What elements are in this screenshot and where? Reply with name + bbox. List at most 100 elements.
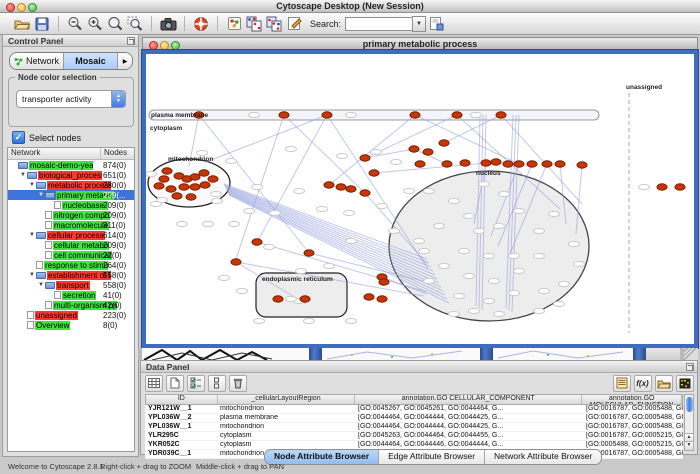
graph-node[interactable] xyxy=(360,155,370,161)
node-linkout-icon[interactable] xyxy=(225,15,243,32)
graph-node[interactable] xyxy=(186,194,196,200)
graph-node[interactable] xyxy=(460,160,470,166)
float-data-panel-icon[interactable] xyxy=(686,363,694,371)
tree-row[interactable]: response to stimulu264(0) xyxy=(8,260,134,270)
tree-row[interactable]: ▼transport558(0) xyxy=(8,280,134,290)
graph-node[interactable] xyxy=(675,184,685,190)
graph-node[interactable] xyxy=(409,146,419,152)
delete-attribute-icon[interactable] xyxy=(229,375,247,392)
graph-node[interactable] xyxy=(496,112,506,118)
graph-node[interactable] xyxy=(172,193,182,199)
graph-node[interactable] xyxy=(379,279,389,285)
tree-row[interactable]: macromolecule311(0) xyxy=(8,220,134,230)
table-row[interactable]: YPL036W__1mitochondrion[GO:0044464, GO:0… xyxy=(145,423,683,432)
table-row[interactable]: YJR121W__1mitochondrion[GO:0045267, GO:0… xyxy=(145,405,683,414)
node-color-dropdown[interactable]: transporter activity ▲▼ xyxy=(16,90,126,108)
network-graph[interactable]: plasma membranecytoplasmmitochondrionnuc… xyxy=(146,54,694,344)
tree-row[interactable]: ▼establishment of lo558(0) xyxy=(8,270,134,280)
graph-node[interactable] xyxy=(199,170,209,176)
network-canvas[interactable]: plasma membranecytoplasmmitochondrionnuc… xyxy=(142,50,698,348)
graph-node[interactable] xyxy=(154,183,164,189)
scrollbar-thumb[interactable] xyxy=(686,397,693,412)
edit-annotations-icon[interactable] xyxy=(285,15,303,32)
attribute-matrix-icon[interactable] xyxy=(676,375,694,392)
graph-node[interactable] xyxy=(377,296,387,302)
graph-node[interactable] xyxy=(423,149,433,155)
save-icon[interactable] xyxy=(33,15,51,32)
graph-node[interactable] xyxy=(542,161,552,167)
graph-node[interactable] xyxy=(364,294,374,300)
table-column-header[interactable]: annotation.GO MOLECULAR_FUNCTION xyxy=(582,395,682,404)
graph-node[interactable] xyxy=(231,259,241,265)
snapshot-icon[interactable] xyxy=(159,15,177,32)
graph-node[interactable] xyxy=(166,186,176,192)
graph-node[interactable] xyxy=(346,186,356,192)
select-attributes-icon[interactable] xyxy=(187,375,205,392)
graph-node[interactable] xyxy=(200,182,210,188)
tree-column-nodes[interactable]: Nodes xyxy=(101,148,130,159)
graph-node[interactable] xyxy=(304,250,314,256)
graph-node[interactable] xyxy=(481,160,491,166)
tree-row[interactable]: nitrogen compo209(0) xyxy=(8,210,134,220)
table-column-header[interactable]: _cellularLayoutRegion xyxy=(218,395,355,404)
tree-row[interactable]: ▼metabolic process280(0) xyxy=(8,180,134,190)
window-resize-grip[interactable] xyxy=(684,348,698,360)
background-window-border[interactable] xyxy=(633,348,646,360)
graph-node[interactable] xyxy=(442,161,452,167)
zoom-out-icon[interactable] xyxy=(66,15,84,32)
table-row[interactable]: YPL036W__2plasma membrane[GO:0044464, GO… xyxy=(145,414,683,423)
select-nodes-checkbox[interactable]: ✓ xyxy=(12,131,25,144)
graph-node[interactable] xyxy=(279,112,289,118)
graph-node[interactable] xyxy=(324,182,334,188)
open-icon[interactable] xyxy=(13,15,31,32)
tab-network[interactable]: Network xyxy=(10,53,64,69)
tree-expand-icon[interactable]: ▼ xyxy=(28,272,36,278)
graph-node[interactable] xyxy=(159,176,169,182)
tree-row[interactable]: ▼primary metabo209(... xyxy=(8,190,134,200)
graph-node[interactable] xyxy=(514,161,524,167)
tree-row[interactable]: nucleobase-209(0) xyxy=(8,200,134,210)
graph-node[interactable] xyxy=(162,168,172,174)
table-scrollbar[interactable]: ▲ ▼ xyxy=(684,394,694,451)
table-column-header[interactable]: annotation.GO CELLULAR_COMPONENT xyxy=(355,395,582,404)
help-ring-icon[interactable] xyxy=(192,15,210,32)
network-overlap-alt-icon[interactable] xyxy=(265,15,283,32)
tab-overflow-arrow-icon[interactable]: ▶ xyxy=(118,53,132,69)
attribute-editor-icon[interactable] xyxy=(613,375,631,392)
function-builder-icon[interactable]: f(x) xyxy=(634,375,652,392)
graph-node[interactable] xyxy=(577,162,587,168)
tree-row[interactable]: cellular metabo209(0) xyxy=(8,240,134,250)
graph-node[interactable] xyxy=(439,140,449,146)
tree-row[interactable]: multi-organism pro42(0) xyxy=(8,300,134,310)
float-panel-icon[interactable] xyxy=(127,37,135,45)
tree-row[interactable]: ▼cellular process614(0) xyxy=(8,230,134,240)
tree-expand-icon[interactable]: ▼ xyxy=(37,282,45,288)
graph-node[interactable] xyxy=(415,161,425,167)
network-window-titlebar[interactable]: primary metabolic process xyxy=(142,37,698,50)
tree-expand-icon[interactable]: ▼ xyxy=(28,232,36,238)
import-attributes-icon[interactable] xyxy=(655,375,673,392)
graph-node[interactable] xyxy=(273,296,283,302)
tree-row[interactable]: unassigned223(0) xyxy=(8,310,134,320)
scroll-down-icon[interactable]: ▼ xyxy=(685,441,693,450)
new-attribute-icon[interactable] xyxy=(166,375,184,392)
unselect-attributes-icon[interactable] xyxy=(208,375,226,392)
attribute-table-icon[interactable] xyxy=(145,375,163,392)
zoom-in-icon[interactable] xyxy=(86,15,104,32)
graph-node[interactable] xyxy=(369,170,379,176)
graph-node[interactable] xyxy=(252,239,262,245)
graph-node[interactable] xyxy=(190,174,200,180)
graph-node[interactable] xyxy=(360,190,370,196)
graph-node[interactable] xyxy=(503,161,513,167)
graph-node[interactable] xyxy=(491,159,501,165)
graph-node[interactable] xyxy=(300,296,310,302)
tree-column-network[interactable]: Network xyxy=(8,148,101,159)
tree-expand-icon[interactable]: ▼ xyxy=(28,182,36,188)
zoom-fit-icon[interactable] xyxy=(106,15,124,32)
graph-node[interactable] xyxy=(555,161,565,167)
tree-row[interactable]: Overview8(0) xyxy=(8,320,134,330)
graph-node[interactable] xyxy=(527,161,537,167)
background-window-border[interactable] xyxy=(309,348,322,360)
zoom-selected-region-icon[interactable] xyxy=(126,15,144,32)
table-row[interactable]: YLR295Ccytoplasm[GO:0045263, GO:0044464,… xyxy=(145,432,683,441)
